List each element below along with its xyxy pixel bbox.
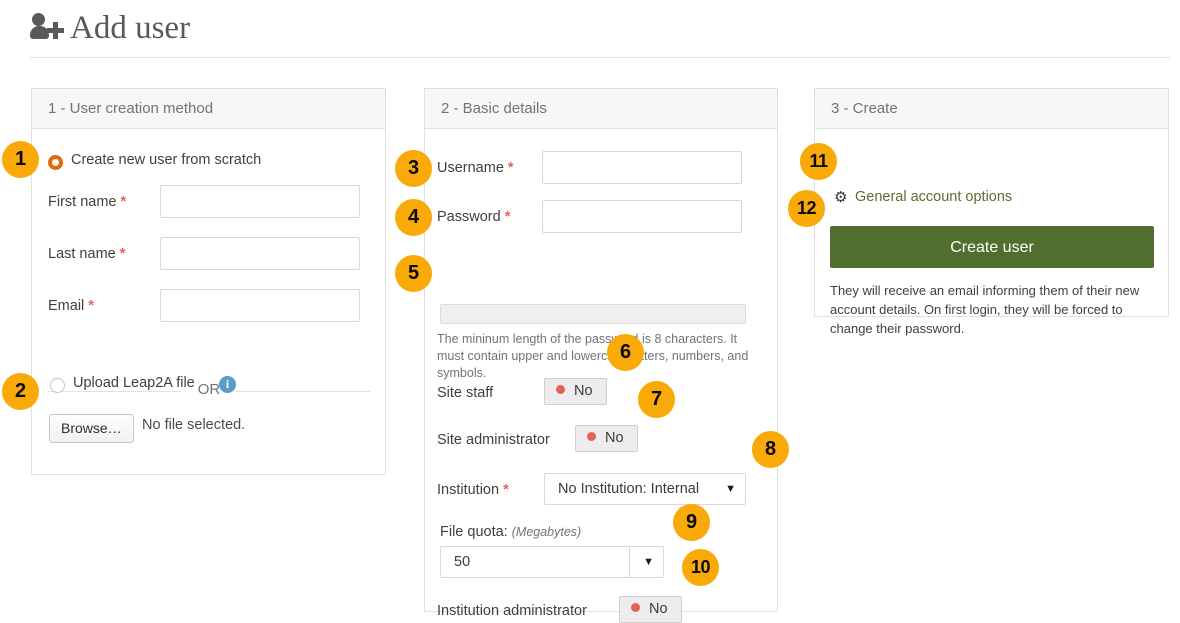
last-name-label: Last name *: [48, 246, 126, 262]
institution-administrator-value: No: [649, 601, 668, 617]
general-account-options-link[interactable]: General account options: [855, 189, 1012, 205]
last-name-input[interactable]: [160, 237, 360, 270]
first-name-input[interactable]: [160, 185, 360, 218]
institution-select[interactable]: No Institution: Internal ▼: [544, 473, 746, 505]
title-divider: [30, 57, 1170, 58]
site-administrator-label: Site administrator: [437, 432, 550, 448]
password-help-text: The mininum length of the password is 8 …: [437, 332, 749, 380]
username-input[interactable]: [542, 151, 742, 184]
callout-badge-12: 12: [788, 190, 825, 227]
user-add-icon: [30, 12, 64, 42]
file-status-text: No file selected.: [142, 417, 246, 433]
site-administrator-value: No: [605, 430, 624, 446]
callout-badge-5: 5: [395, 255, 432, 292]
institution-label: Institution *: [437, 482, 509, 498]
file-quota-select[interactable]: 50 ▼: [440, 546, 664, 578]
gear-icon[interactable]: ⚙: [834, 190, 849, 205]
panel-2-heading: 2 - Basic details: [425, 89, 777, 129]
upload-leap2a-label: Upload Leap2A file: [73, 375, 195, 391]
callout-badge-6: 6: [607, 334, 644, 371]
callout-badge-8: 8: [752, 431, 789, 468]
info-icon[interactable]: i: [219, 376, 236, 393]
callout-badge-4: 4: [395, 199, 432, 236]
page-header: Add user: [30, 6, 1170, 60]
page-title: Add user: [30, 6, 1170, 50]
chevron-down-icon: ▼: [643, 556, 654, 568]
password-strength-meter: [440, 304, 746, 324]
upload-leap2a-radio[interactable]: [50, 378, 65, 393]
panel-create: 3 - Create ⚙ General account options Cre…: [814, 88, 1169, 336]
status-dot: [587, 432, 596, 441]
panel-user-creation-method: 1 - User creation method Create new user…: [31, 88, 386, 475]
institution-administrator-label: Institution administrator: [437, 603, 587, 619]
institution-administrator-toggle[interactable]: No: [619, 596, 682, 623]
file-quota-units: (Megabytes): [511, 525, 582, 539]
first-name-label: First name *: [48, 194, 127, 210]
email-input[interactable]: [160, 289, 360, 322]
password-label: Password *: [437, 209, 511, 225]
create-from-scratch-label: Create new user from scratch: [71, 152, 262, 168]
institution-selected-value: No Institution: Internal: [558, 481, 700, 497]
create-from-scratch-radio[interactable]: [48, 155, 63, 170]
site-staff-label: Site staff: [437, 385, 494, 401]
site-administrator-toggle[interactable]: No: [575, 425, 638, 452]
callout-badge-9: 9: [673, 504, 710, 541]
panel-1-heading: 1 - User creation method: [32, 89, 385, 129]
callout-badge-7: 7: [638, 381, 675, 418]
panel-basic-details: 2 - Basic details Username * Password * …: [424, 88, 778, 623]
callout-badge-10: 10: [682, 549, 719, 586]
file-quota-label: File quota: (Megabytes): [440, 524, 582, 540]
callout-badge-11: 11: [800, 143, 837, 180]
email-label: Email *: [48, 298, 94, 314]
chevron-down-icon: ▼: [725, 483, 736, 495]
site-staff-toggle[interactable]: No: [544, 378, 607, 405]
password-input[interactable]: [542, 200, 742, 233]
callout-badge-3: 3: [395, 150, 432, 187]
username-label: Username *: [437, 160, 514, 176]
status-dot: [631, 603, 640, 612]
panel-3-heading: 3 - Create: [815, 89, 1168, 129]
browse-button[interactable]: Browse…: [49, 414, 134, 443]
create-user-note: They will receive an email informing the…: [830, 283, 1140, 336]
page-title-text: Add user: [70, 10, 191, 46]
callout-badge-2: 2: [2, 373, 39, 410]
create-user-button[interactable]: Create user: [830, 226, 1154, 268]
status-dot: [556, 385, 565, 394]
site-staff-value: No: [574, 383, 593, 399]
file-quota-selected-value: 50: [454, 554, 471, 570]
callout-badge-1: 1: [2, 141, 39, 178]
